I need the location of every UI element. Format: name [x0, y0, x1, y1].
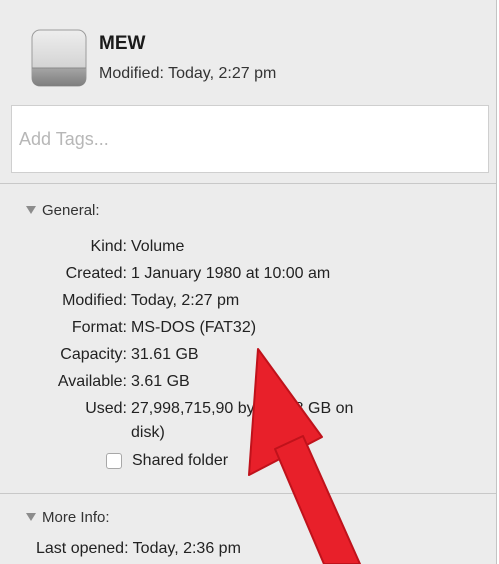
info-value: 27,998,715,90 bytes (28 GB on — [131, 400, 354, 417]
shared-folder-checkbox[interactable] — [106, 453, 122, 469]
info-row-used: Used: 27,998,715,90 bytes (28 GB on — [85, 400, 354, 418]
info-key: Format: — [71, 319, 127, 336]
info-key: Created: — [65, 265, 127, 282]
general-section-label: General: — [42, 202, 100, 219]
info-key: Used: — [85, 400, 127, 417]
more-info-section-header[interactable]: More Info: — [26, 509, 110, 526]
info-row-modified: Modified: Today, 2:27 pm — [62, 292, 240, 310]
info-row-format: Format: MS-DOS (FAT32) — [72, 319, 257, 337]
info-row-kind: Kind: Volume — [91, 238, 185, 256]
info-value: Today, 2:27 pm — [131, 292, 240, 309]
info-value: 31.61 GB — [131, 346, 199, 363]
info-panel: MEW Modified: Today, 2:27 pm General: Ki… — [0, 0, 497, 564]
info-value: 3.61 GB — [131, 373, 190, 390]
disclosure-triangle-icon[interactable] — [26, 513, 36, 521]
info-value: MS-DOS (FAT32) — [131, 319, 257, 336]
shared-folder-option[interactable]: Shared folder — [106, 452, 228, 470]
last-opened: Last opened: Today, 2:36 pm — [36, 540, 241, 557]
volume-name: MEW — [99, 33, 146, 54]
volume-modified: Modified: Today, 2:27 pm — [99, 65, 277, 82]
info-key: Available: — [57, 373, 127, 390]
info-row-used-continuation: disk) — [131, 424, 165, 441]
disclosure-triangle-icon[interactable] — [26, 206, 36, 214]
info-value: Volume — [131, 238, 185, 255]
info-key: Capacity: — [60, 346, 127, 363]
general-section-header[interactable]: General: — [26, 202, 100, 219]
divider — [0, 183, 496, 184]
info-key: Modified: — [62, 292, 127, 309]
info-row-created: Created: 1 January 1980 at 10:00 am — [66, 265, 331, 283]
info-key: Kind: — [90, 238, 127, 255]
info-row-capacity: Capacity: 31.61 GB — [60, 346, 199, 364]
info-row-available: Available: 3.61 GB — [58, 373, 190, 391]
more-info-section-label: More Info: — [42, 509, 110, 526]
external-drive-icon — [31, 29, 87, 87]
divider — [0, 493, 496, 494]
tags-input[interactable] — [11, 105, 489, 173]
shared-folder-label: Shared folder — [132, 452, 229, 469]
info-value: 1 January 1980 at 10:00 am — [131, 265, 331, 282]
